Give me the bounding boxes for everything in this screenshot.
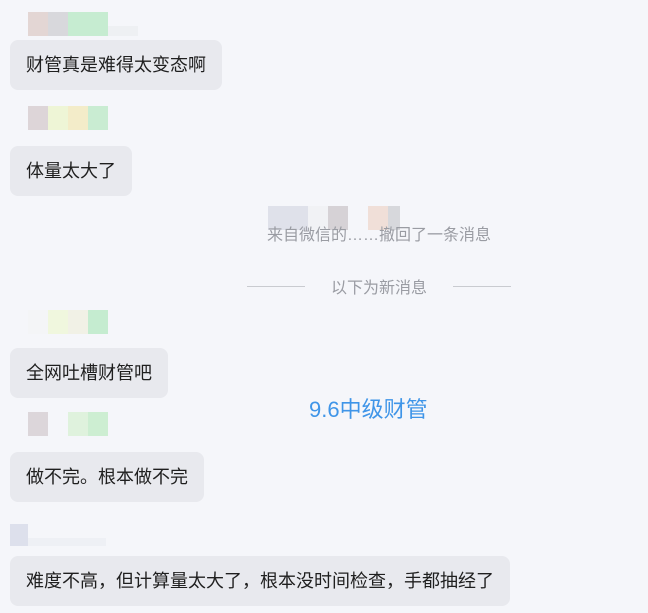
sender-avatar-name-blurred[interactable] xyxy=(28,412,108,436)
new-messages-divider: 以下为新消息 xyxy=(247,276,511,297)
recall-notice: 来自微信的……撤回了一条消息 xyxy=(266,227,491,244)
sender-avatar-name-blurred[interactable] xyxy=(28,12,138,36)
message-bubble[interactable]: 体量太大了 xyxy=(10,146,132,196)
message-bubble[interactable]: 全网吐槽财管吧 xyxy=(10,348,168,398)
sender-avatar-name-blurred[interactable] xyxy=(10,524,106,546)
divider-label: 以下为新消息 xyxy=(330,280,427,297)
divider-line-left xyxy=(247,285,305,287)
watermark-label: 9.6中级财管 xyxy=(309,397,428,422)
sender-avatar-name-blurred[interactable] xyxy=(28,106,108,130)
message-bubble[interactable]: 做不完。根本做不完 xyxy=(10,452,204,502)
chat-window: 财管真是难得太变态啊 体量太大了 来自微信的……撤回了一条消息 以下为新消息 全… xyxy=(0,0,648,613)
divider-line-right xyxy=(452,285,511,287)
message-bubble[interactable]: 难度不高，但计算量太大了，根本没时间检查，手都抽经了 xyxy=(10,556,510,606)
sender-avatar-name-blurred[interactable] xyxy=(28,310,108,334)
message-bubble[interactable]: 财管真是难得太变态啊 xyxy=(10,40,222,90)
